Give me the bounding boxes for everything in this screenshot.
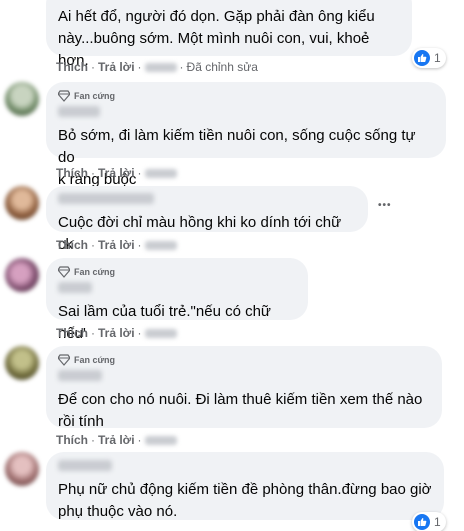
comment-text-line: Phụ nữ chủ động kiếm tiền đề phòng thân.… [58, 481, 432, 498]
author-name-blurred[interactable] [58, 460, 112, 471]
like-reaction-icon [414, 50, 430, 66]
avatar[interactable] [5, 186, 39, 220]
comment-actions: Thích · Trả lời · [56, 432, 177, 448]
author-name-blurred[interactable] [58, 282, 92, 293]
comment-text-line: phụ thuộc vào nó. [58, 503, 178, 520]
comment-bubble: Fan cứng Để con cho nó nuôi. Đi làm thuê… [46, 346, 442, 430]
fan-badge: Fan cứng [58, 352, 430, 368]
fan-badge-label: Fan cứng [74, 355, 116, 365]
comment-bubble: Fan cứng Sai lầm của tuổi trẻ."nếu có ch… [46, 258, 308, 342]
comment-bubble: Ai hết đổ, người đó dọn. Gặp phải đàn ôn… [46, 0, 412, 69]
like-link[interactable]: Thích [56, 433, 88, 447]
comment-actions: Thích · Trả lời · · Đã chỉnh sửa [56, 59, 258, 75]
comment-actions: Thích · Trả lời · [56, 165, 177, 181]
reaction-count-badge[interactable]: 1 [412, 512, 446, 531]
reply-link[interactable]: Trả lời [98, 433, 135, 447]
like-link[interactable]: Thích [56, 60, 88, 74]
separator-dot: · [137, 60, 142, 74]
author-name-blurred[interactable] [58, 370, 102, 381]
separator-dot: · [91, 238, 95, 252]
author-name-blurred[interactable] [58, 106, 100, 117]
timestamp-blurred[interactable] [144, 328, 177, 338]
diamond-icon [58, 266, 70, 278]
avatar[interactable] [5, 82, 39, 116]
diamond-icon [58, 90, 70, 102]
fan-badge: Fan cứng [58, 264, 296, 280]
separator-dot: · [137, 326, 142, 340]
separator-dot: · [91, 326, 95, 340]
reply-link[interactable]: Trả lời [98, 166, 135, 180]
comment-bubble: Fan cứng Bỏ sớm, đi làm kiếm tiền nuôi c… [46, 82, 446, 188]
separator-dot: · [91, 433, 95, 447]
fan-badge-label: Fan cứng [74, 267, 116, 277]
separator-dot: · [91, 60, 95, 74]
comment-actions: Thích · Trả lời · [56, 237, 177, 253]
separator-dot: · [91, 166, 95, 180]
separator-dot: · [179, 60, 184, 74]
fan-badge-label: Fan cứng [74, 91, 116, 101]
avatar[interactable] [5, 346, 39, 380]
timestamp-blurred[interactable] [144, 62, 177, 72]
author-name-blurred[interactable] [58, 193, 154, 204]
reply-link[interactable]: Trả lời [98, 326, 135, 340]
diamond-icon [58, 354, 70, 366]
reaction-count-badge[interactable]: 1 [412, 48, 446, 68]
timestamp-blurred[interactable] [144, 435, 177, 445]
reaction-count: 1 [434, 51, 441, 65]
separator-dot: · [137, 238, 142, 252]
timestamp-blurred[interactable] [144, 168, 177, 178]
comment-bubble: Phụ nữ chủ động kiếm tiền đề phòng thân.… [46, 452, 444, 520]
separator-dot: · [137, 166, 142, 180]
like-link[interactable]: Thích [56, 238, 88, 252]
separator-dot: · [137, 433, 142, 447]
comment-text-line: Bỏ sớm, đi làm kiếm tiền nuôi con, sống … [58, 127, 416, 166]
fan-badge: Fan cứng [58, 88, 434, 104]
comment-text-line: Ai hết đổ, người đó dọn. Gặp phải đàn ôn… [58, 8, 375, 25]
comment-actions: Thích · Trả lời · [56, 325, 177, 341]
comment-text-line: Để con cho nó nuôi. Đi làm thuê kiếm tiề… [58, 391, 423, 408]
reply-link[interactable]: Trả lời [98, 238, 135, 252]
like-link[interactable]: Thích [56, 326, 88, 340]
reply-link[interactable]: Trả lời [98, 60, 135, 74]
edited-label[interactable]: Đã chỉnh sửa [187, 60, 258, 74]
like-link[interactable]: Thích [56, 166, 88, 180]
avatar[interactable] [5, 452, 39, 486]
reaction-count: 1 [434, 515, 441, 529]
comment-text-line: rồi tính [58, 413, 104, 430]
avatar[interactable] [5, 258, 39, 292]
like-reaction-icon [414, 514, 430, 530]
comment-bubble: Cuộc đời chỉ màu hồng khi ko dính tới ch… [46, 186, 368, 253]
more-options-icon[interactable]: ••• [378, 200, 392, 211]
timestamp-blurred[interactable] [144, 240, 177, 250]
